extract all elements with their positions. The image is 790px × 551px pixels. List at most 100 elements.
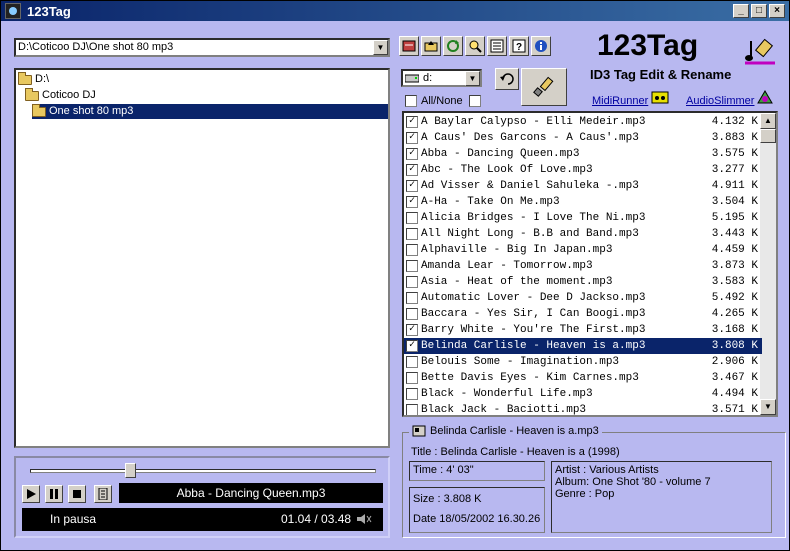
- scroll-thumb[interactable]: [760, 129, 776, 143]
- file-checkbox[interactable]: [406, 292, 418, 304]
- folder-icon: [18, 71, 32, 85]
- list-view-button[interactable]: [487, 36, 507, 56]
- file-checkbox[interactable]: [406, 276, 418, 288]
- file-checkbox[interactable]: ✓: [406, 148, 418, 160]
- speaker-icon[interactable]: [355, 513, 373, 525]
- file-row[interactable]: Asia - Heat of the moment.mp3 3.583 K: [404, 274, 762, 290]
- file-checkbox[interactable]: [406, 356, 418, 368]
- file-row[interactable]: ✓ Barry White - You're The First.mp3 3.168…: [404, 322, 762, 338]
- undo-button[interactable]: [495, 68, 519, 90]
- player-status: In pausa: [50, 512, 97, 526]
- file-list-scrollbar[interactable]: ▲ ▼: [760, 113, 776, 415]
- file-size: 2.906 K: [711, 356, 758, 368]
- scroll-up-button[interactable]: ▲: [760, 113, 776, 129]
- file-row[interactable]: Black Jack - Baciotti.mp3 3.571 K: [404, 402, 762, 415]
- file-checkbox[interactable]: ✓: [406, 196, 418, 208]
- drive-dropdown-button[interactable]: ▼: [465, 71, 480, 86]
- app-title: 123Tag: [597, 29, 699, 62]
- file-checkbox[interactable]: [406, 260, 418, 272]
- file-row[interactable]: Automatic Lover - Dee D Jackso.mp3 5.492 …: [404, 290, 762, 306]
- file-checkbox[interactable]: ✓: [406, 340, 418, 352]
- stop-button[interactable]: [68, 485, 86, 503]
- svg-text:?: ?: [516, 42, 522, 53]
- seek-slider-track[interactable]: [30, 469, 376, 473]
- help-icon: ?: [512, 39, 526, 53]
- info-button[interactable]: [531, 36, 551, 56]
- file-checkbox[interactable]: ✓: [406, 116, 418, 128]
- file-row[interactable]: ✓ Ad Visser & Daniel Sahuleka -.mp3 4.911 …: [404, 178, 762, 194]
- tree-node[interactable]: Coticoo DJ: [25, 87, 96, 103]
- audioslimmer-icon[interactable]: [756, 89, 774, 105]
- help-button[interactable]: ?: [509, 36, 529, 56]
- file-name: Automatic Lover - Dee D Jackso.mp3: [421, 292, 646, 304]
- write-tags-button[interactable]: [521, 68, 567, 106]
- seek-slider-thumb[interactable]: [125, 463, 137, 478]
- file-checkbox[interactable]: [406, 244, 418, 256]
- file-row[interactable]: Alphaville - Big In Japan.mp3 4.459 K: [404, 242, 762, 258]
- file-row[interactable]: ✓ A Caus' Des Garcons - A Caus'.mp3 3.883 …: [404, 130, 762, 146]
- scroll-down-button[interactable]: ▼: [760, 399, 776, 415]
- path-combobox[interactable]: D:\Coticoo DJ\One shot 80 mp3 ▼: [14, 38, 390, 57]
- folder-tree[interactable]: D:\ Coticoo DJ One shot 80 mp3: [14, 68, 390, 448]
- tree-node-label: One shot 80 mp3: [49, 105, 134, 117]
- file-checkbox[interactable]: ✓: [406, 324, 418, 336]
- folder-up-icon: [424, 41, 438, 52]
- file-size: 3.504 K: [711, 196, 758, 208]
- file-row[interactable]: ✓ Abba - Dancing Queen.mp3 3.575 K: [404, 146, 762, 162]
- maximize-button[interactable]: □: [751, 4, 767, 18]
- file-checkbox[interactable]: [406, 404, 418, 415]
- equalizer-button[interactable]: [94, 485, 112, 503]
- file-list[interactable]: ▲ ▼ ✓ A Baylar Calypso - Elli Medeir.mp3 4…: [402, 111, 778, 417]
- file-row[interactable]: ✓ Abc - The Look Of Love.mp3 3.277 K: [404, 162, 762, 178]
- invert-checkbox[interactable]: [468, 95, 481, 107]
- close-button[interactable]: ×: [769, 4, 785, 18]
- file-checkbox[interactable]: [406, 228, 418, 240]
- file-checkbox[interactable]: ✓: [406, 164, 418, 176]
- equalizer-icon: [98, 488, 108, 500]
- minimize-button[interactable]: _: [733, 4, 749, 18]
- parent-folder-button[interactable]: [421, 36, 441, 56]
- file-row[interactable]: Baccara - Yes Sir, I Can Boogi.mp3 4.265 …: [404, 306, 762, 322]
- pause-button[interactable]: [45, 485, 63, 503]
- file-icon: [412, 425, 426, 437]
- file-row[interactable]: ✓ A-Ha - Take On Me.mp3 3.504 K: [404, 194, 762, 210]
- file-row[interactable]: Alicia Bridges - I Love The Ni.mp3 5.195 …: [404, 210, 762, 226]
- file-row[interactable]: Belouis Some - Imagination.mp3 2.906 K: [404, 354, 762, 370]
- title-bar[interactable]: 123Tag _ □ ×: [1, 1, 789, 21]
- file-row[interactable]: Black - Wonderful Life.mp3 4.494 K: [404, 386, 762, 402]
- music-tag-icon: [745, 38, 775, 65]
- refresh-button[interactable]: [443, 36, 463, 56]
- path-dropdown-button[interactable]: ▼: [373, 40, 388, 55]
- all-none-toggle[interactable]: All/None: [405, 95, 481, 107]
- info-date: Date 18/05/2002 16.30.26: [413, 513, 541, 525]
- file-checkbox[interactable]: [406, 388, 418, 400]
- now-playing-display: Abba - Dancing Queen.mp3: [119, 483, 383, 503]
- file-row[interactable]: ✓ Belinda Carlisle - Heaven is a.mp3 3.808…: [404, 338, 762, 354]
- tag-edit-button[interactable]: [399, 36, 419, 56]
- file-size: 3.808 K: [711, 340, 758, 352]
- tree-node[interactable]: D:\: [18, 71, 49, 87]
- midirunner-icon[interactable]: [651, 89, 669, 105]
- file-row[interactable]: ✓ A Baylar Calypso - Elli Medeir.mp3 4.132…: [404, 114, 762, 130]
- drive-select[interactable]: d: ▼: [401, 69, 482, 87]
- file-row[interactable]: Bette Davis Eyes - Kim Carnes.mp3 3.467 K: [404, 370, 762, 386]
- app-subtitle: ID3 Tag Edit & Rename: [590, 67, 732, 82]
- player-status-bar: In pausa 01.04 / 03.48: [22, 508, 383, 531]
- all-none-checkbox[interactable]: [405, 95, 417, 107]
- file-checkbox[interactable]: [406, 308, 418, 320]
- play-button[interactable]: [22, 485, 40, 503]
- midirunner-link[interactable]: MidiRunner: [592, 95, 648, 107]
- audioslimmer-link[interactable]: AudioSlimmer: [686, 95, 754, 107]
- file-checkbox[interactable]: [406, 372, 418, 384]
- file-checkbox[interactable]: ✓: [406, 132, 418, 144]
- search-button[interactable]: [465, 36, 485, 56]
- file-row[interactable]: All Night Long - B.B and Band.mp3 3.443 K: [404, 226, 762, 242]
- file-row[interactable]: Amanda Lear - Tomorrow.mp3 3.873 K: [404, 258, 762, 274]
- info-artist: Artist : Various Artists: [555, 464, 659, 476]
- file-name: Alphaville - Big In Japan.mp3: [421, 244, 613, 256]
- file-checkbox[interactable]: [406, 212, 418, 224]
- file-name: A-Ha - Take On Me.mp3: [421, 196, 560, 208]
- file-checkbox[interactable]: ✓: [406, 180, 418, 192]
- file-size: 5.492 K: [711, 292, 758, 304]
- tree-node[interactable]: One shot 80 mp3: [32, 103, 388, 119]
